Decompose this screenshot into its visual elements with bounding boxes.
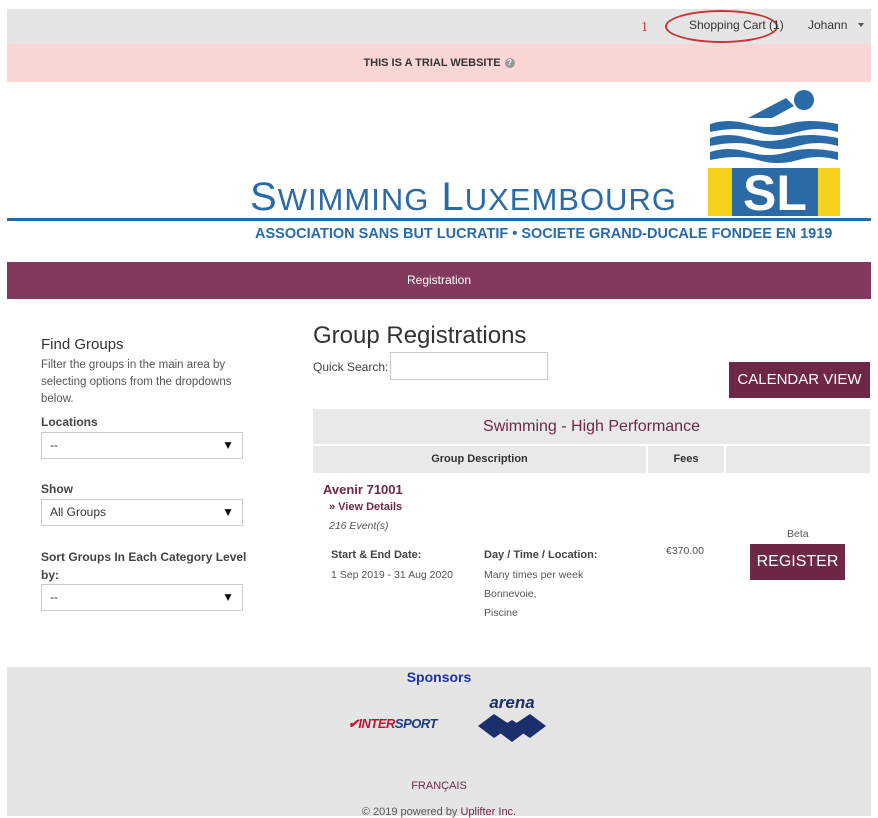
copyright: © 2019 powered by Uplifter Inc.: [0, 806, 878, 818]
fee-value: €370.00: [666, 545, 704, 557]
view-details-link[interactable]: » View Details: [329, 501, 402, 513]
nav-registration[interactable]: Registration: [407, 273, 471, 287]
dates-value: 1 Sep 2019 - 31 Aug 2020: [331, 569, 454, 581]
trial-banner-text: THIS IS A TRIAL WEBSITE: [363, 57, 501, 69]
sort-label: Sort Groups In Each Category Level by:: [41, 550, 247, 582]
dropdown-arrow-icon: ▼: [222, 590, 234, 604]
status-badge: Beta: [787, 528, 809, 540]
footer: [7, 667, 871, 816]
schedule-place: Bonnevoie,: [484, 588, 537, 600]
schedule-label: Day / Time / Location:: [484, 549, 598, 561]
language-switch[interactable]: FRANÇAIS: [0, 780, 878, 792]
logo-text: SL: [743, 165, 807, 216]
help-icon[interactable]: ?: [504, 58, 515, 69]
column-group-description: Group Description: [313, 446, 646, 473]
main-nav: Registration: [7, 262, 871, 299]
arena-logo-text: arena: [489, 693, 534, 712]
show-label: Show: [41, 482, 73, 496]
calendar-view-button[interactable]: CALENDAR VIEW: [729, 362, 870, 398]
dates-label: Start & End Date:: [331, 549, 422, 561]
chevron-down-icon[interactable]: [858, 23, 864, 27]
category-header: Swimming - High Performance: [313, 409, 870, 444]
sort-value: --: [50, 590, 58, 604]
find-groups-panel: Find Groups Filter the groups in the mai…: [41, 336, 251, 408]
quick-search-label: Quick Search:: [313, 360, 389, 374]
sponsors-title: Sponsors: [406, 669, 472, 685]
brand-subtitle: ASSOCIATION SANS BUT LUCRATIF • SOCIETE …: [255, 226, 833, 242]
trial-banner: THIS IS A TRIAL WEBSITE?: [7, 44, 871, 82]
uplifter-link[interactable]: Uplifter Inc.: [460, 806, 516, 818]
shopping-cart-link[interactable]: Shopping Cart (1): [689, 18, 784, 32]
brand-title: SWIMMING LUXEMBOURG: [250, 175, 677, 219]
group-name[interactable]: Avenir 71001: [323, 482, 403, 497]
schedule-frequency: Many times per week: [484, 569, 584, 581]
annotation-number: 1: [641, 20, 648, 35]
intersport-logo[interactable]: ✔INTERSPORT: [348, 716, 437, 732]
find-groups-title: Find Groups: [41, 336, 124, 353]
intersport-swoosh-icon: ✔: [348, 716, 359, 731]
locations-value: --: [50, 438, 58, 452]
dropdown-arrow-icon: ▼: [222, 438, 234, 452]
column-actions: [726, 446, 870, 473]
arena-logo[interactable]: arena: [474, 692, 550, 744]
schedule-venue: Piscine: [484, 607, 518, 619]
quick-search-input[interactable]: [390, 352, 548, 380]
dropdown-arrow-icon: ▼: [222, 505, 234, 519]
show-select[interactable]: All Groups ▼: [41, 499, 243, 526]
swimmer-logo-icon: SL: [708, 90, 840, 216]
page-title: Group Registrations: [313, 322, 527, 349]
user-menu[interactable]: Johann: [808, 18, 847, 32]
register-button[interactable]: REGISTER: [750, 544, 845, 580]
column-fees: Fees: [648, 446, 724, 473]
sort-select[interactable]: -- ▼: [41, 584, 243, 611]
event-count: 216 Event(s): [329, 520, 389, 532]
locations-select[interactable]: -- ▼: [41, 432, 243, 459]
find-groups-description: Filter the groups in the main area by se…: [41, 359, 232, 405]
copyright-text: © 2019 powered by: [361, 806, 461, 818]
show-value: All Groups: [50, 505, 107, 519]
locations-label: Locations: [41, 415, 98, 429]
